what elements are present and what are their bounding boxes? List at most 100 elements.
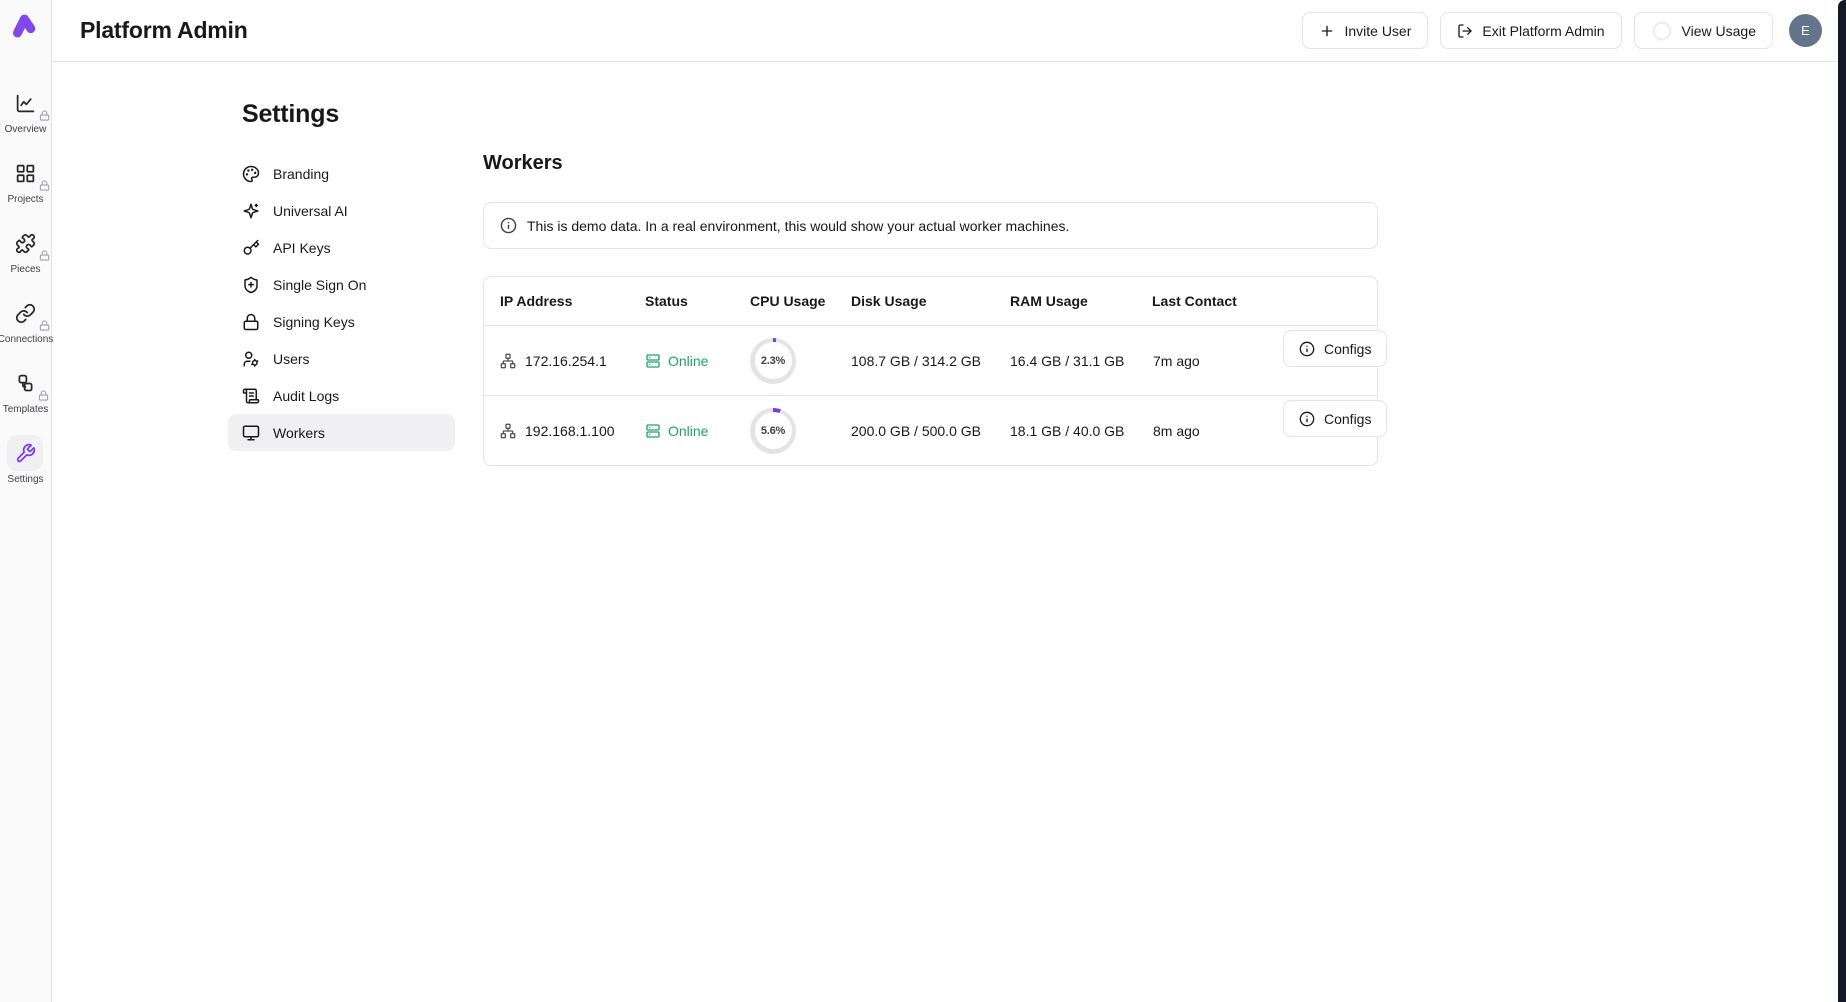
worker-ip: 192.168.1.100 <box>525 423 615 439</box>
lock-icon <box>242 313 260 331</box>
menu-item-label: Branding <box>273 166 329 182</box>
menu-item-branding[interactable]: Branding <box>228 155 455 192</box>
sidebar-item-pieces[interactable]: Pieces <box>8 225 44 275</box>
invite-user-button[interactable]: Invite User <box>1302 12 1428 49</box>
link-icon <box>15 303 36 324</box>
invite-user-label: Invite User <box>1344 23 1411 39</box>
sidebar-item-templates[interactable]: Templates <box>3 365 49 415</box>
sparkles-icon <box>242 202 260 220</box>
logout-icon <box>1457 23 1473 39</box>
sidebar-item-label: Overview <box>5 124 47 135</box>
worker-ip-cell: 192.168.1.100 <box>500 423 645 439</box>
sidebar-item-connections[interactable]: Connections <box>0 295 53 345</box>
menu-item-label: API Keys <box>273 240 331 256</box>
sidebar: Overview Projects <box>0 0 52 1002</box>
platform-admin-app: Overview Projects <box>0 0 1846 1002</box>
sidebar-item-overview[interactable]: Overview <box>5 85 47 135</box>
info-icon <box>500 217 517 234</box>
worker-status: Online <box>668 423 708 439</box>
settings-menu-column: Settings Branding Universal AI <box>228 100 455 466</box>
workflow-icon <box>15 373 36 394</box>
exit-label: Exit Platform Admin <box>1482 23 1604 39</box>
avatar[interactable]: E <box>1789 14 1822 47</box>
lock-icon <box>39 110 50 121</box>
menu-item-label: Signing Keys <box>273 314 355 330</box>
settings-title: Settings <box>242 100 455 129</box>
server-icon <box>645 423 661 439</box>
window-edge-strip <box>1838 0 1846 1002</box>
view-usage-button[interactable]: View Usage <box>1634 12 1773 49</box>
worker-status-cell: Online <box>645 353 750 369</box>
wrench-icon <box>15 443 36 464</box>
sidebar-nav: Overview Projects <box>0 85 53 485</box>
configs-button[interactable]: Configs <box>1283 330 1387 367</box>
table-header-row: IP Address Status CPU Usage Disk Usage R… <box>484 277 1377 325</box>
column-header-ram: RAM Usage <box>1010 293 1152 309</box>
info-icon <box>1299 341 1315 357</box>
worker-cpu-cell: 2.3% <box>750 338 851 384</box>
worker-status-cell: Online <box>645 423 750 439</box>
menu-item-label: Universal AI <box>273 203 348 219</box>
worker-status: Online <box>668 353 708 369</box>
sidebar-item-settings[interactable]: Settings <box>7 435 43 485</box>
configs-button[interactable]: Configs <box>1283 400 1387 437</box>
demo-data-text: This is demo data. In a real environment… <box>527 218 1069 234</box>
user-cog-icon <box>242 350 260 368</box>
view-usage-label: View Usage <box>1682 23 1756 39</box>
avatar-initial: E <box>1801 23 1810 38</box>
palette-icon <box>242 165 260 183</box>
header-actions: Invite User Exit Platform Admin View Usa… <box>1302 12 1822 49</box>
demo-data-banner: This is demo data. In a real environment… <box>483 202 1378 249</box>
monitor-icon <box>242 424 260 442</box>
cpu-usage-donut: 5.6% <box>750 408 796 454</box>
column-header-cpu: CPU Usage <box>750 293 851 309</box>
menu-item-signing-keys[interactable]: Signing Keys <box>228 303 455 340</box>
workers-section: Workers This is demo data. In a real env… <box>483 100 1378 466</box>
key-icon <box>242 239 260 257</box>
exit-platform-admin-button[interactable]: Exit Platform Admin <box>1440 12 1621 49</box>
workers-title: Workers <box>483 152 1378 175</box>
cpu-usage-value: 5.6% <box>755 412 792 449</box>
sidebar-item-label: Templates <box>3 404 49 415</box>
grid-icon <box>15 163 36 184</box>
sidebar-item-label: Settings <box>7 474 43 485</box>
main-area: Platform Admin Invite User Exit Platform… <box>52 0 1846 1002</box>
network-icon <box>500 423 516 439</box>
configs-label: Configs <box>1324 411 1371 427</box>
plus-icon <box>1319 23 1335 39</box>
header: Platform Admin Invite User Exit Platform… <box>52 0 1846 62</box>
server-icon <box>645 353 661 369</box>
menu-item-workers[interactable]: Workers <box>228 414 455 451</box>
menu-item-users[interactable]: Users <box>228 340 455 377</box>
sidebar-item-projects[interactable]: Projects <box>7 155 43 205</box>
column-header-last-contact: Last Contact <box>1152 293 1361 309</box>
worker-ip-cell: 172.16.254.1 <box>500 353 645 369</box>
shield-plus-icon <box>242 276 260 294</box>
page-title: Platform Admin <box>80 17 248 44</box>
worker-ram: 16.4 GB / 31.1 GB <box>1010 353 1152 369</box>
menu-item-label: Audit Logs <box>273 388 339 404</box>
menu-item-audit-logs[interactable]: Audit Logs <box>228 377 455 414</box>
lock-icon <box>39 180 50 191</box>
worker-ip: 172.16.254.1 <box>525 353 607 369</box>
menu-item-api-keys[interactable]: API Keys <box>228 229 455 266</box>
menu-item-label: Single Sign On <box>273 277 366 293</box>
sidebar-item-label: Connections <box>0 334 53 345</box>
worker-disk: 200.0 GB / 500.0 GB <box>851 423 1010 439</box>
scroll-icon <box>242 387 260 405</box>
info-icon <box>1299 411 1315 427</box>
activepieces-logo[interactable] <box>9 9 43 43</box>
worker-ram: 18.1 GB / 40.0 GB <box>1010 423 1152 439</box>
column-header-ip: IP Address <box>500 293 645 309</box>
worker-cpu-cell: 5.6% <box>750 408 851 454</box>
menu-item-single-sign-on[interactable]: Single Sign On <box>228 266 455 303</box>
menu-item-label: Users <box>273 351 310 367</box>
table-row: 172.16.254.1 Online 2.3% <box>484 325 1377 395</box>
settings-page: Settings Branding Universal AI <box>52 62 1846 466</box>
menu-item-universal-ai[interactable]: Universal AI <box>228 192 455 229</box>
cpu-usage-donut: 2.3% <box>750 338 796 384</box>
network-icon <box>500 353 516 369</box>
workers-table: IP Address Status CPU Usage Disk Usage R… <box>483 276 1378 466</box>
sidebar-item-label: Projects <box>7 194 43 205</box>
puzzle-icon <box>15 233 36 254</box>
